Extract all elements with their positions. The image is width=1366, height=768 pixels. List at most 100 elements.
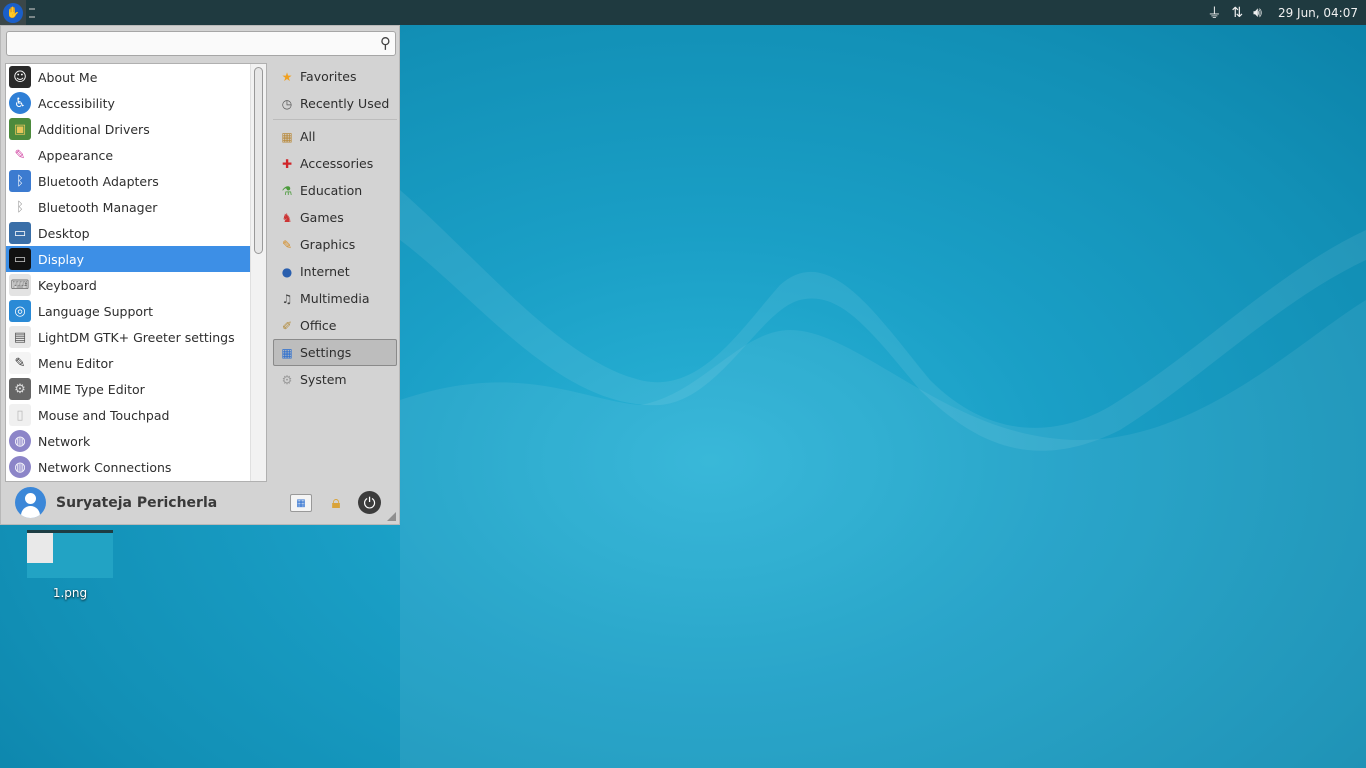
keyboard-icon: ⌨: [9, 274, 31, 296]
top-panel: ✋ ⏚ ⇅ 🔊︎ 29 Jun, 04:07: [0, 0, 1366, 25]
category-label: Graphics: [300, 237, 356, 252]
category-accessories[interactable]: ✚ Accessories: [273, 150, 397, 177]
lock-icon: 🔒︎: [331, 493, 341, 513]
clock[interactable]: 29 Jun, 04:07: [1278, 6, 1358, 20]
user-name: Suryateja Pericherla: [56, 494, 218, 511]
desktop-file-label: 1.png: [52, 586, 88, 600]
category-settings[interactable]: ▦ Settings: [273, 339, 397, 366]
category-label: Internet: [300, 264, 350, 279]
mouse-icon: ▯: [9, 404, 31, 426]
desktop-icon: ▭: [9, 222, 31, 244]
category-multimedia[interactable]: ♫ Multimedia: [273, 285, 397, 312]
display-icon: ▭: [9, 248, 31, 270]
app-item[interactable]: ♿ Accessibility: [6, 90, 266, 116]
mime-icon: ⚙: [9, 378, 31, 400]
accessories-icon: ✚: [281, 156, 293, 171]
category-label: All: [300, 129, 316, 144]
app-item[interactable]: ᛒ Bluetooth Adapters: [6, 168, 266, 194]
app-item[interactable]: ◍ Network Connections: [6, 454, 266, 480]
app-item[interactable]: ☺ About Me: [6, 64, 266, 90]
app-item-label: Bluetooth Adapters: [38, 173, 159, 189]
power-icon: ⏻: [363, 493, 376, 512]
category-education[interactable]: ⚗ Education: [273, 177, 397, 204]
category-label: Settings: [300, 345, 352, 360]
app-item[interactable]: ✎ Appearance: [6, 142, 266, 168]
star-icon: ★: [281, 69, 293, 84]
category-all[interactable]: ▦ All: [273, 123, 397, 150]
games-icon: ♞: [281, 210, 293, 225]
network-updown-icon[interactable]: ⇅: [1231, 5, 1243, 21]
app-item[interactable]: ⌨ Keyboard: [6, 272, 266, 298]
app-item-label: Additional Drivers: [38, 121, 150, 137]
app-item-label: Menu Editor: [38, 355, 114, 371]
greeter-icon: ▤: [9, 326, 31, 348]
xfce-logo-icon: ✋: [3, 2, 23, 23]
category-label: System: [300, 372, 347, 387]
user-avatar: [15, 487, 46, 518]
accessibility-icon: ♿: [9, 92, 31, 114]
network-icon: ◍: [9, 430, 31, 452]
app-item-label: Appearance: [38, 147, 114, 163]
desktop-file-icon[interactable]: 1.png: [27, 530, 113, 600]
graphics-icon: ✎: [281, 237, 293, 252]
resize-grip[interactable]: [387, 512, 396, 521]
education-icon: ⚗: [281, 183, 293, 198]
category-label: Recently Used: [300, 96, 390, 111]
appearance-icon: ✎: [9, 144, 31, 166]
app-item-label: Network: [38, 433, 91, 449]
app-item[interactable]: ▯ Mouse and Touchpad: [6, 402, 266, 428]
scrollbar-thumb[interactable]: [254, 67, 263, 254]
app-item[interactable]: ✎ Menu Editor: [6, 350, 266, 376]
category-office[interactable]: ✐ Office: [273, 312, 397, 339]
category-system[interactable]: ⚙ System: [273, 366, 397, 393]
panel-handle[interactable]: [29, 7, 35, 18]
app-item[interactable]: ▣ Additional Drivers: [6, 116, 266, 142]
menu-editor-icon: ✎: [9, 352, 31, 374]
app-list-scrollbar[interactable]: [250, 64, 266, 481]
category-games[interactable]: ♞ Games: [273, 204, 397, 231]
drivers-icon: ▣: [9, 118, 31, 140]
app-item-label: LightDM GTK+ Greeter settings: [38, 329, 235, 345]
app-item[interactable]: ▭ Display: [6, 246, 266, 272]
category-graphics[interactable]: ✎ Graphics: [273, 231, 397, 258]
category-label: Multimedia: [300, 291, 370, 306]
app-item-label: About Me: [38, 69, 98, 85]
whisker-menu: ⚲ ☺ About Me ♿ Accessibility ▣ Additional Dri…: [0, 25, 400, 525]
app-item[interactable]: ▤ LightDM GTK+ Greeter settings: [6, 324, 266, 350]
settings-manager-button[interactable]: ▦: [290, 494, 312, 512]
office-icon: ✐: [281, 318, 293, 333]
app-item-label: Bluetooth Manager: [38, 199, 158, 215]
app-item-label: Desktop: [38, 225, 90, 241]
app-item[interactable]: ▭ Desktop: [6, 220, 266, 246]
internet-icon: ●: [281, 264, 293, 279]
lock-screen-button[interactable]: 🔒︎: [324, 491, 348, 515]
category-label: Games: [300, 210, 344, 225]
app-item[interactable]: ◍ Network: [6, 428, 266, 454]
language-icon: ◎: [9, 300, 31, 322]
category-label: Favorites: [300, 69, 357, 84]
system-icon: ⚙: [281, 372, 293, 387]
search-box[interactable]: ⚲: [6, 31, 396, 56]
settings-icon: ▦: [281, 345, 293, 360]
bluetooth-icon: ᛒ: [9, 196, 31, 218]
menu-footer: Suryateja Pericherla ▦ 🔒︎ ⏻: [1, 481, 399, 524]
history-icon: ◷: [281, 96, 293, 111]
app-item-label: Keyboard: [38, 277, 97, 293]
app-item[interactable]: ⚙ MIME Type Editor: [6, 376, 266, 402]
log-out-button[interactable]: ⏻: [358, 491, 381, 514]
whisker-menu-button[interactable]: ✋: [0, 0, 26, 25]
category-favorites[interactable]: ★ Favorites: [273, 63, 397, 90]
search-input[interactable]: [7, 32, 367, 55]
volume-icon[interactable]: 🔊︎: [1253, 5, 1262, 21]
category-internet[interactable]: ● Internet: [273, 258, 397, 285]
category-recently-used[interactable]: ◷ Recently Used: [273, 90, 397, 117]
app-item[interactable]: ◎ Language Support: [6, 298, 266, 324]
power-plug-icon[interactable]: ⏚: [1207, 3, 1221, 23]
file-thumbnail: [27, 530, 113, 578]
app-item[interactable]: ᛒ Bluetooth Manager: [6, 194, 266, 220]
about-me-icon: ☺: [9, 66, 31, 88]
search-icon: ⚲: [380, 34, 391, 52]
app-list: ☺ About Me ♿ Accessibility ▣ Additional Drive…: [5, 63, 267, 482]
app-item-label: Language Support: [38, 303, 154, 319]
category-separator: [273, 119, 397, 120]
